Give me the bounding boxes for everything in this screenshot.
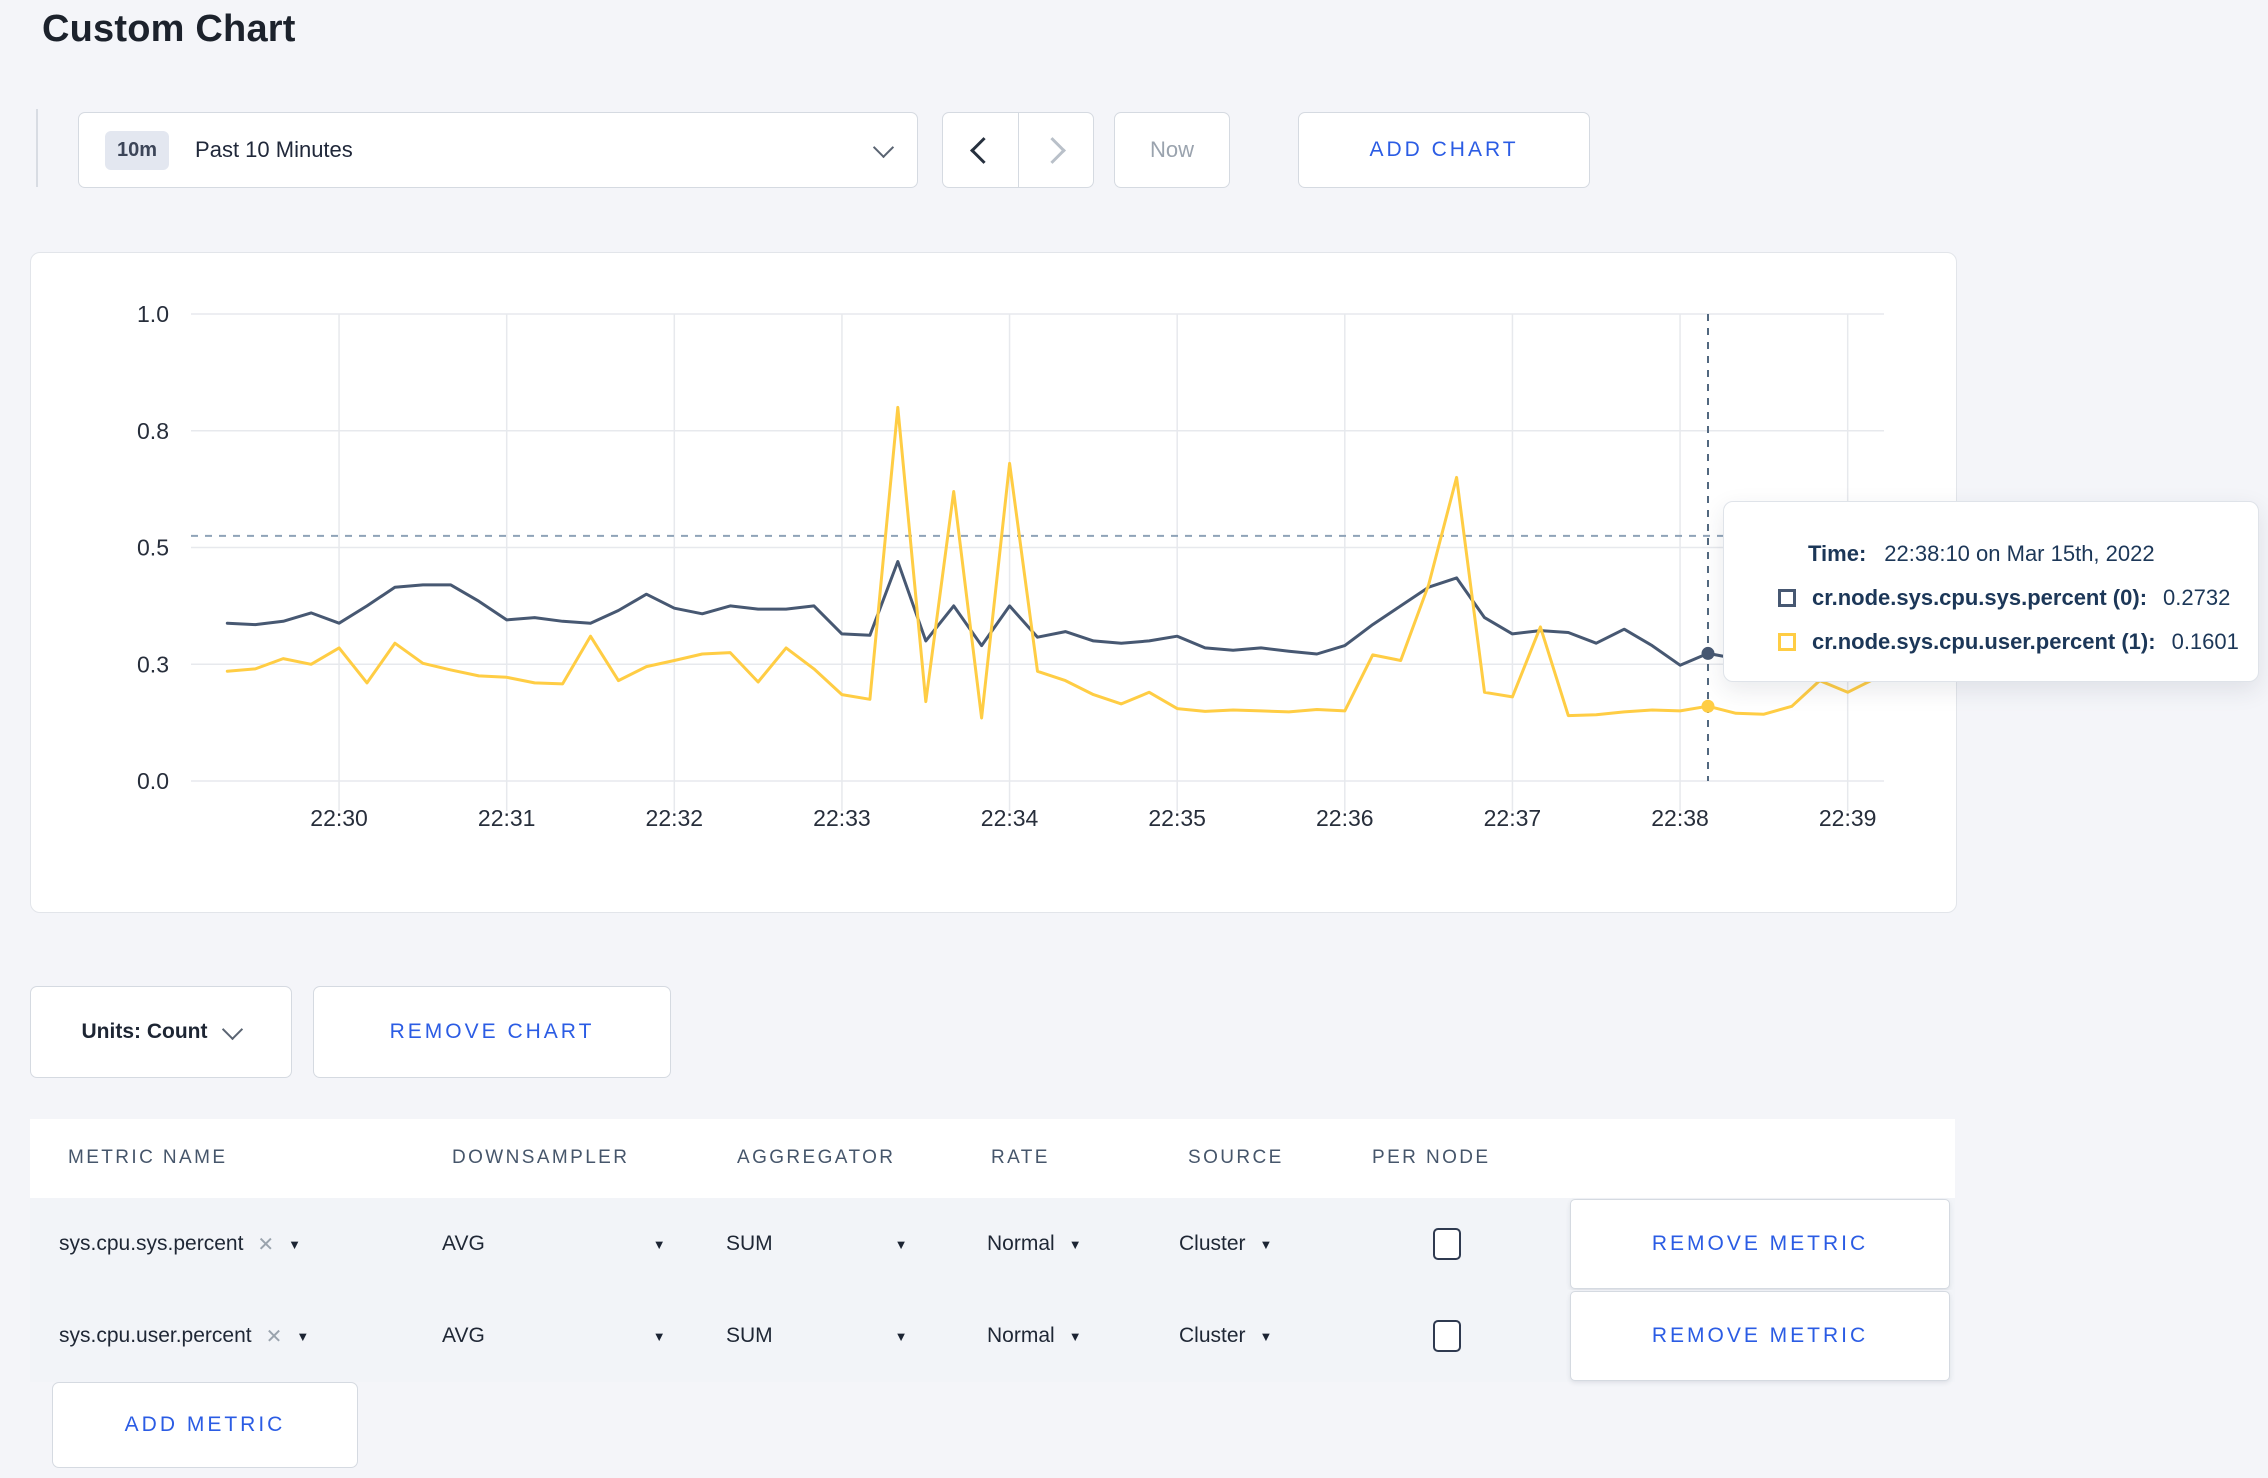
next-time-button[interactable] [1019,113,1094,187]
downsampler-select[interactable]: AVG ▼ [442,1290,666,1382]
chevron-down-icon [872,136,895,158]
source-value: Cluster [1179,1232,1246,1255]
svg-text:22:37: 22:37 [1484,805,1542,831]
time-scale-badge: 10m [105,130,170,170]
prev-time-button[interactable] [943,113,1019,187]
svg-text:22:30: 22:30 [310,805,368,831]
svg-text:0.3: 0.3 [137,651,169,677]
table-row: sys.cpu.user.percent ✕ ▼ AVG ▼ SUM ▼ Nor… [30,1290,1955,1382]
caret-down-icon: ▼ [1068,1236,1082,1252]
downsampler-select[interactable]: AVG ▼ [442,1198,666,1290]
svg-text:22:38: 22:38 [1651,805,1709,831]
time-pager [942,112,1094,188]
tooltip-series-name: cr.node.sys.cpu.sys.percent (0): [1812,585,2148,610]
svg-text:0.0: 0.0 [137,768,169,794]
downsampler-value: AVG [442,1324,485,1347]
caret-down-icon: ▼ [1259,1328,1273,1344]
svg-text:22:36: 22:36 [1316,805,1374,831]
svg-text:22:39: 22:39 [1819,805,1877,831]
source-select[interactable]: Cluster ▼ [1179,1198,1272,1290]
series-line [225,560,1878,667]
tooltip-series-name: cr.node.sys.cpu.user.percent (1): [1812,629,2156,654]
tooltip-series-row: cr.node.sys.cpu.sys.percent (0): 0.2732 [1778,576,2258,620]
col-header-metric-name: METRIC NAME [68,1147,228,1168]
col-header-downsampler: DOWNSAMPLER [452,1147,630,1168]
tooltip-time-label: Time: [1808,541,1867,566]
aggregator-select[interactable]: SUM ▼ [726,1198,908,1290]
clear-metric-icon[interactable]: ✕ [266,1324,283,1349]
caret-down-icon: ▼ [1259,1236,1273,1252]
rate-value: Normal [987,1324,1055,1347]
aggregator-select[interactable]: SUM ▼ [726,1290,908,1382]
time-range-select[interactable]: 10m Past 10 Minutes [78,112,918,188]
now-button[interactable]: Now [1114,112,1230,188]
toolbar-divider [36,109,38,187]
metrics-table-header: METRIC NAME DOWNSAMPLER AGGREGATOR RATE … [30,1119,1955,1198]
aggregator-value: SUM [726,1324,773,1347]
chevron-left-icon [969,136,997,164]
caret-down-icon: ▼ [894,1236,908,1252]
metrics-table: METRIC NAME DOWNSAMPLER AGGREGATOR RATE … [30,1119,1955,1382]
series-swatch-icon [1778,633,1796,651]
tooltip-series-value: 0.2732 [2163,585,2231,610]
metric-name-value: sys.cpu.sys.percent [59,1232,244,1255]
caret-down-icon: ▼ [894,1328,908,1344]
col-header-rate: RATE [991,1147,1050,1168]
tooltip-series-row: cr.node.sys.cpu.user.percent (1): 0.1601 [1778,620,2258,664]
remove-metric-button[interactable]: REMOVE METRIC [1570,1199,1950,1289]
aggregator-value: SUM [726,1232,773,1255]
tooltip-time-value: 22:38:10 on Mar 15th, 2022 [1884,541,2155,566]
svg-text:22:32: 22:32 [646,805,704,831]
per-node-checkbox[interactable] [1433,1320,1461,1352]
rate-select[interactable]: Normal ▼ [987,1198,1082,1290]
svg-text:0.5: 0.5 [137,535,169,561]
tooltip-series-value: 0.1601 [2171,629,2239,654]
chart-card: 1.0 0.8 0.5 0.3 0.0 22:30 22:31 22:32 22:33 22:34… [30,252,1957,913]
rate-value: Normal [987,1232,1055,1255]
per-node-checkbox[interactable] [1433,1228,1461,1260]
time-range-label: Past 10 Minutes [195,137,353,162]
svg-text:22:31: 22:31 [478,805,536,831]
svg-text:0.8: 0.8 [137,418,169,444]
add-metric-button[interactable]: ADD METRIC [52,1382,358,1468]
metric-name-value: sys.cpu.user.percent [59,1324,252,1347]
series-line [225,405,1878,720]
clear-metric-icon[interactable]: ✕ [257,1232,274,1257]
source-value: Cluster [1179,1324,1246,1347]
chart-hover-tooltip: Time: 22:38:10 on Mar 15th, 2022 cr.node… [1723,501,2259,682]
col-header-aggregator: AGGREGATOR [737,1147,896,1168]
table-row: sys.cpu.sys.percent ✕ ▼ AVG ▼ SUM ▼ Norm… [30,1198,1955,1290]
tooltip-time-row: Time: 22:38:10 on Mar 15th, 2022 [1778,532,2258,576]
units-select[interactable]: Units: Count [30,986,292,1078]
add-chart-button[interactable]: ADD CHART [1298,112,1590,188]
rate-select[interactable]: Normal ▼ [987,1290,1082,1382]
col-header-per-node: PER NODE [1372,1147,1491,1168]
svg-text:1.0: 1.0 [137,301,169,327]
caret-down-icon: ▼ [652,1328,666,1344]
caret-down-icon: ▼ [288,1236,302,1252]
series-swatch-icon [1778,589,1796,607]
svg-text:22:34: 22:34 [981,805,1039,831]
caret-down-icon: ▼ [1068,1328,1082,1344]
remove-metric-button[interactable]: REMOVE METRIC [1570,1291,1950,1381]
col-header-source: SOURCE [1188,1147,1284,1168]
svg-text:22:35: 22:35 [1148,805,1206,831]
chevron-down-icon [222,1018,244,1040]
svg-text:22:33: 22:33 [813,805,871,831]
caret-down-icon: ▼ [296,1328,310,1344]
metric-name-select[interactable]: sys.cpu.user.percent ✕ ▼ [59,1290,309,1382]
remove-chart-button[interactable]: REMOVE CHART [313,986,671,1078]
page-title: Custom Chart [42,8,296,50]
timeseries-plot[interactable]: 1.0 0.8 0.5 0.3 0.0 22:30 22:31 22:32 22:33 22:34… [31,253,1954,910]
caret-down-icon: ▼ [652,1236,666,1252]
units-label: Units: Count [81,1020,208,1043]
downsampler-value: AVG [442,1232,485,1255]
metric-name-select[interactable]: sys.cpu.sys.percent ✕ ▼ [59,1198,301,1290]
chevron-right-icon [1039,136,1067,164]
source-select[interactable]: Cluster ▼ [1179,1290,1272,1382]
